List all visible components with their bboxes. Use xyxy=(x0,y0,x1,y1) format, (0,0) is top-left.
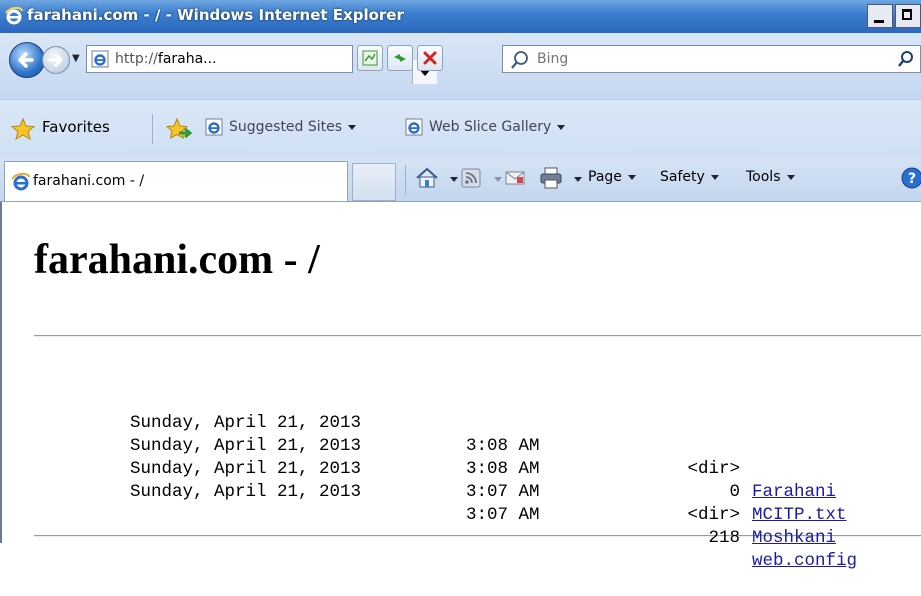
favorites-item-suggested-sites[interactable]: Suggested Sites xyxy=(205,118,357,136)
stop-button[interactable] xyxy=(417,45,443,71)
chevron-down-icon xyxy=(557,124,566,130)
entry-time: 3:08 AM xyxy=(466,459,540,479)
list-item: Sunday, April 21, 2013 3:07 AM 218 web.c… xyxy=(0,458,857,571)
page-menu-label: Page xyxy=(588,169,622,185)
suggested-sites-page-icon xyxy=(205,118,223,136)
favorites-item-web-slice-gallery[interactable]: Web Slice Gallery xyxy=(405,118,566,136)
feed-dropdown-icon[interactable] xyxy=(494,177,502,182)
entry-time: 3:07 AM xyxy=(466,505,540,525)
entry-time: 3:07 AM xyxy=(466,482,540,502)
chevron-down-icon xyxy=(710,174,719,180)
compatibility-view-button[interactable] xyxy=(357,45,383,71)
ie-tab-icon xyxy=(11,172,30,191)
divider xyxy=(34,335,921,337)
entry-date: Sunday, April 21, 2013 xyxy=(130,413,362,433)
entry-link[interactable]: Moshkani xyxy=(752,527,836,550)
compatibility-icon xyxy=(362,50,378,66)
favorites-separator xyxy=(152,114,153,144)
help-icon[interactable]: ? xyxy=(901,167,921,189)
search-icon xyxy=(511,51,528,69)
entry-date: Sunday, April 21, 2013 xyxy=(130,482,362,502)
rss-feed-icon[interactable] xyxy=(460,167,482,189)
window-title: farahani.com - / - Windows Internet Expl… xyxy=(27,6,404,24)
url-host: faraha... xyxy=(157,51,217,67)
maximize-button[interactable] xyxy=(895,4,921,28)
chevron-down-icon xyxy=(786,174,795,180)
favorites-star-icon xyxy=(10,118,36,140)
maximize-icon xyxy=(902,9,912,20)
web-slice-gallery-label: Web Slice Gallery xyxy=(429,119,552,135)
chevron-down-icon xyxy=(348,124,357,130)
search-input[interactable] xyxy=(535,50,839,68)
refresh-button[interactable] xyxy=(387,45,413,71)
minimize-button[interactable] xyxy=(867,4,893,28)
safety-menu-label: Safety xyxy=(660,169,705,185)
entry-size: <dir> xyxy=(687,459,740,479)
print-icon[interactable] xyxy=(538,166,564,190)
list-item: Sunday, April 21, 2013 3:08 AM <dir> Far… xyxy=(0,389,836,502)
add-to-favorites-icon[interactable] xyxy=(165,117,193,141)
favorites-button[interactable]: Favorites xyxy=(42,118,110,136)
page-title: farahani.com - / xyxy=(34,237,320,283)
entry-link[interactable]: web.config xyxy=(752,550,857,573)
back-arrow-icon xyxy=(18,52,34,68)
search-go-icon[interactable] xyxy=(896,48,918,70)
page-icon xyxy=(91,50,109,68)
address-bar[interactable]: http://faraha... xyxy=(86,45,437,84)
entry-link[interactable]: MCITP.txt xyxy=(752,504,847,527)
tools-menu-label: Tools xyxy=(746,169,781,185)
search-box[interactable] xyxy=(502,45,921,73)
home-icon[interactable] xyxy=(414,165,440,191)
web-slice-gallery-page-icon xyxy=(405,118,423,136)
suggested-sites-label: Suggested Sites xyxy=(229,119,343,135)
url-scheme: http:// xyxy=(115,51,158,67)
entry-size: 218 xyxy=(708,528,740,548)
tools-menu[interactable]: Tools xyxy=(746,169,795,185)
forward-button[interactable] xyxy=(42,46,70,74)
command-separator xyxy=(405,165,406,195)
refresh-icon xyxy=(394,54,406,62)
read-mail-icon[interactable] xyxy=(504,168,526,188)
tab-command-bar: farahani.com - / Page Safety Tools ? xyxy=(0,157,921,202)
list-item: Sunday, April 21, 2013 3:07 AM <dir> Mos… xyxy=(0,435,836,548)
home-dropdown-icon[interactable] xyxy=(450,177,458,182)
favorites-bar: Favorites Suggested Sites Web Slice Gall… xyxy=(0,99,921,158)
title-bar: farahani.com - / - Windows Internet Expl… xyxy=(0,0,921,33)
entry-time: 3:08 AM xyxy=(466,436,540,456)
svg-text:?: ? xyxy=(908,171,916,187)
tab-label: farahani.com - / xyxy=(33,173,145,189)
safety-menu[interactable]: Safety xyxy=(660,169,719,185)
tab-farahani[interactable]: farahani.com - / xyxy=(4,161,348,201)
chevron-down-icon xyxy=(627,174,636,180)
list-item: Sunday, April 21, 2013 3:08 AM 0 MCITP.t… xyxy=(0,412,847,525)
address-url: http://faraha... xyxy=(115,51,217,67)
forward-arrow-icon xyxy=(48,53,63,67)
entry-date: Sunday, April 21, 2013 xyxy=(130,459,362,479)
new-tab-button[interactable] xyxy=(352,163,396,201)
stop-icon xyxy=(423,51,437,65)
page-menu[interactable]: Page xyxy=(588,169,636,185)
print-dropdown-icon[interactable] xyxy=(574,177,582,182)
navigation-bar: ▼ http://faraha... xyxy=(0,33,921,99)
ie-logo-icon xyxy=(5,7,23,25)
entry-size: <dir> xyxy=(687,505,740,525)
back-button[interactable] xyxy=(9,42,45,78)
entry-date: Sunday, April 21, 2013 xyxy=(130,436,362,456)
minimize-icon xyxy=(874,20,884,23)
entry-size: 0 xyxy=(729,482,740,502)
recent-pages-dropdown[interactable]: ▼ xyxy=(72,53,80,64)
directory-listing: Sunday, April 21, 2013 3:08 AM <dir> Far… xyxy=(0,389,857,571)
entry-link[interactable]: Farahani xyxy=(752,481,836,504)
